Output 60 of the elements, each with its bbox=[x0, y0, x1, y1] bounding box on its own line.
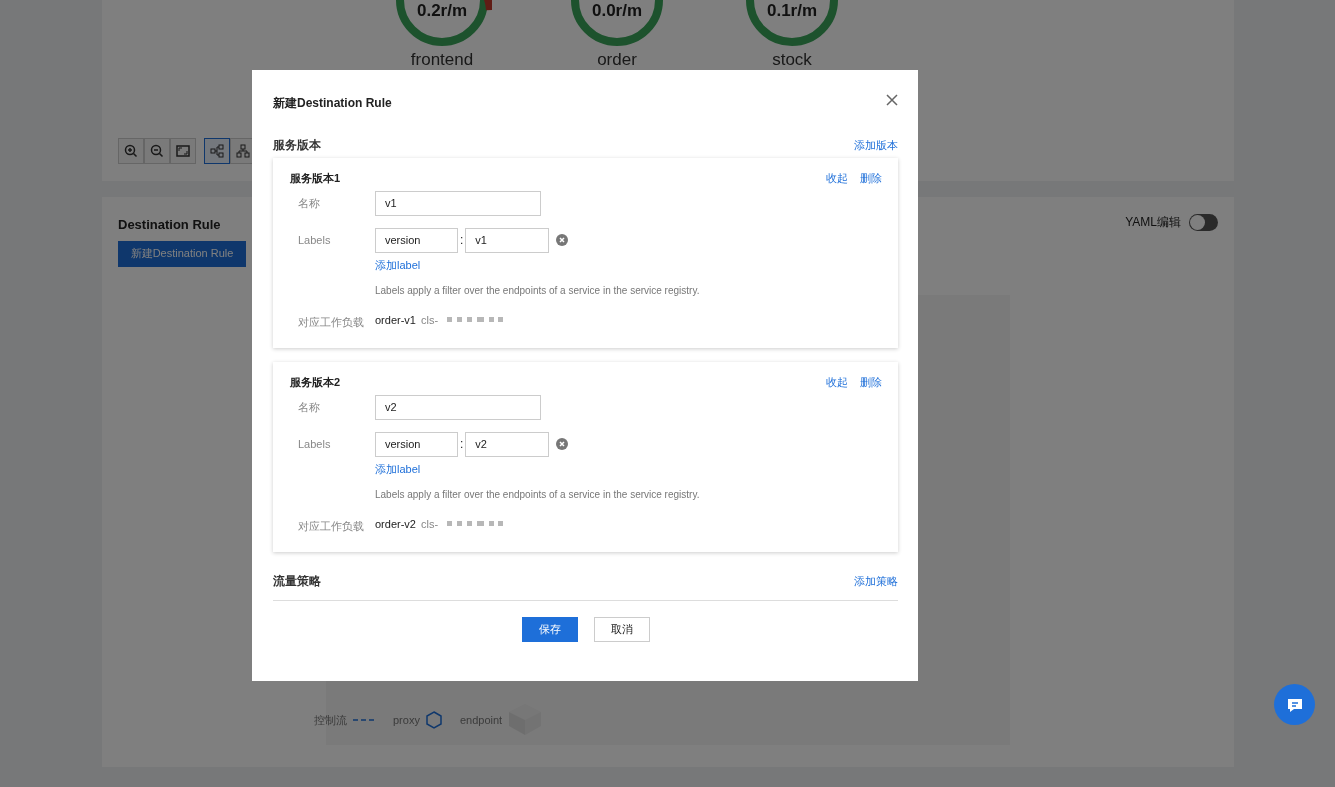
separator-text: : bbox=[460, 232, 464, 249]
section-title: Destination Rule bbox=[118, 216, 221, 234]
field-label: 对应工作负载 bbox=[297, 518, 365, 534]
action-link[interactable]: 删除 bbox=[860, 170, 882, 187]
version-title: 服务版本2 bbox=[290, 375, 341, 390]
node-rate: 0.2r/m bbox=[416, 2, 468, 21]
label-key-input[interactable]: version bbox=[375, 431, 458, 457]
section-title: 服务版本 bbox=[273, 137, 321, 154]
workload-name: order-v1 bbox=[375, 312, 416, 328]
close-button[interactable] bbox=[886, 94, 900, 108]
add-label-link[interactable]: 添加label bbox=[375, 460, 421, 477]
legend-label: proxy bbox=[393, 712, 420, 728]
node-name: stock bbox=[772, 51, 812, 68]
hint-text: Labels apply a filter over the endpoints of a service in the service registry. bbox=[375, 283, 700, 298]
field-label: 名称 bbox=[297, 195, 321, 211]
chat-button[interactable] bbox=[1274, 684, 1315, 725]
action-link[interactable]: 收起 bbox=[826, 170, 848, 187]
add-version-link[interactable]: 添加版本 bbox=[854, 136, 898, 154]
legend-label: endpoint bbox=[459, 712, 503, 728]
save-button[interactable]: 保存 bbox=[521, 617, 578, 642]
action-link[interactable]: 收起 bbox=[826, 374, 848, 391]
dashed-line-icon bbox=[353, 718, 375, 722]
hint-text: Labels apply a filter over the endpoints of a service in the service registry. bbox=[375, 487, 700, 502]
node-name: frontend bbox=[410, 51, 474, 68]
fit-screen-button[interactable] bbox=[170, 138, 196, 164]
zoom-in-icon bbox=[124, 144, 138, 158]
name-input[interactable]: v2 bbox=[375, 394, 541, 420]
zoom-in-button[interactable] bbox=[118, 138, 144, 164]
node-name: order bbox=[597, 51, 637, 68]
action-link[interactable]: 删除 bbox=[860, 374, 882, 391]
vertical-tree-icon bbox=[236, 144, 250, 158]
section-title: 流量策略 bbox=[273, 573, 321, 590]
field-label: 名称 bbox=[297, 399, 321, 415]
version-title: 服务版本1 bbox=[290, 171, 341, 186]
toggle-label: YAML编辑 bbox=[1125, 214, 1181, 231]
field-label: Labels bbox=[297, 436, 332, 452]
zoom-out-icon bbox=[150, 144, 164, 158]
node-rate: 0.0r/m bbox=[591, 2, 643, 21]
node-rate: 0.1r/m bbox=[766, 2, 818, 21]
horizontal-tree-icon bbox=[210, 144, 224, 158]
cluster-id: cls- bbox=[420, 516, 439, 532]
add-policy-link[interactable]: 添加策略 bbox=[854, 572, 898, 590]
fit-screen-icon bbox=[176, 144, 190, 158]
cancel-button[interactable]: 取消 bbox=[593, 617, 650, 642]
legend-label: 控制流 bbox=[314, 712, 347, 728]
hexagon-icon bbox=[425, 711, 442, 729]
separator-text: : bbox=[460, 436, 464, 453]
create-button[interactable]: 新建Destination Rule bbox=[118, 240, 246, 267]
zoom-out-button[interactable] bbox=[144, 138, 170, 164]
label-key-input[interactable]: version bbox=[375, 227, 458, 253]
field-label: 对应工作负载 bbox=[297, 314, 365, 330]
name-input[interactable]: v1 bbox=[375, 190, 541, 216]
label-value-input[interactable]: v1 bbox=[465, 227, 550, 253]
field-label: Labels bbox=[297, 232, 332, 248]
modal-title: 新建Destination Rule bbox=[273, 95, 392, 112]
workload-name: order-v2 bbox=[375, 516, 416, 532]
cluster-id: cls- bbox=[420, 312, 439, 328]
label-value-input[interactable]: v2 bbox=[465, 431, 550, 457]
toggle-switch[interactable] bbox=[1189, 213, 1218, 231]
add-label-link[interactable]: 添加label bbox=[375, 256, 421, 273]
